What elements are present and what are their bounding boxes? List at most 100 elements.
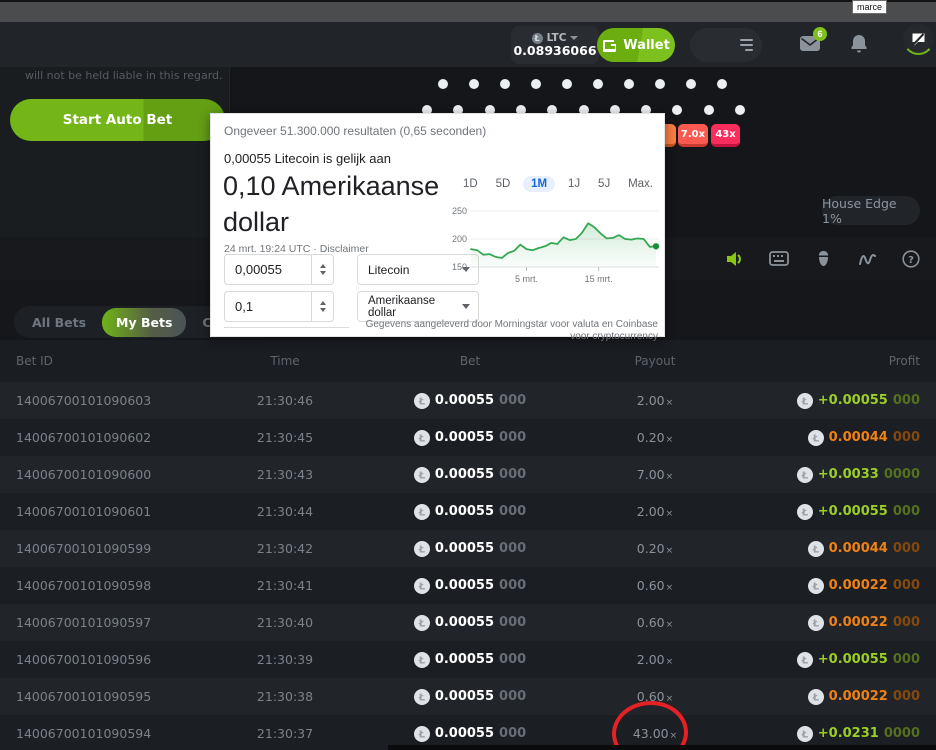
bet-amount: Ł0.00055000	[400, 430, 540, 446]
conversion-result: 0,10 Amerikaanse dollar	[223, 168, 473, 240]
bet-payout: 0.20×	[540, 541, 770, 556]
bets-table: Bet ID Time Bet Payout Profit 1400670010…	[0, 340, 936, 750]
fairness-icon[interactable]	[812, 248, 834, 270]
ltc-coin-icon: Ł	[532, 33, 543, 44]
bet-amount: Ł0.00055000	[400, 504, 540, 520]
bet-time: 21:30:37	[170, 726, 400, 741]
game-info-icon[interactable]: ?	[900, 248, 922, 270]
bet-profit: Ł+0.00055000	[770, 652, 920, 668]
balance-amount: 0.08936066	[513, 44, 596, 58]
bet-row[interactable]: 1400670010109059721:30:40Ł0.000550000.60…	[0, 604, 936, 641]
bet-row[interactable]: 1400670010109060221:30:45Ł0.000550000.20…	[0, 419, 936, 456]
svg-text:Ł: Ł	[418, 581, 426, 592]
bet-row[interactable]: 1400670010109059921:30:42Ł0.000550000.20…	[0, 530, 936, 567]
data-provider-note: Gegevens aangeleverd door Morningstar vo…	[358, 319, 658, 343]
range-tab-5d[interactable]: 5D	[491, 176, 516, 192]
bet-profit: Ł0.00044000	[770, 541, 920, 557]
svg-text:?: ?	[908, 255, 914, 266]
col-time: Time	[170, 354, 400, 368]
chat-toggle-button[interactable]	[903, 24, 934, 55]
bet-row[interactable]: 1400670010109060121:30:44Ł0.000550002.00…	[0, 493, 936, 530]
ltc-coin-icon: Ł	[808, 541, 824, 557]
ltc-coin-icon: Ł	[797, 504, 813, 520]
hotkeys-icon[interactable]	[768, 248, 790, 270]
bet-row[interactable]: 1400670010109059621:30:39Ł0.000550002.00…	[0, 641, 936, 678]
bell-icon	[850, 34, 868, 53]
bet-id: 14006700101090600	[16, 467, 170, 482]
sound-on-icon[interactable]	[724, 248, 746, 270]
amount-to-value: 0,1	[225, 299, 311, 314]
bet-payout: 0.20×	[540, 430, 770, 445]
live-stats-icon[interactable]	[856, 248, 878, 270]
svg-text:250: 250	[452, 206, 467, 216]
range-tab-1d[interactable]: 1D	[458, 176, 483, 192]
bet-row[interactable]: 1400670010109059521:30:38Ł0.000550000.60…	[0, 678, 936, 715]
bet-row[interactable]: 1400670010109060021:30:43Ł0.000550007.00…	[0, 456, 936, 493]
bet-amount: Ł0.00055000	[400, 652, 540, 668]
bet-time: 21:30:42	[170, 541, 400, 556]
bet-amount: Ł0.00055000	[400, 467, 540, 483]
ltc-coin-icon: Ł	[797, 467, 813, 483]
bet-amount: Ł0.00055000	[400, 689, 540, 705]
bet-profit: Ł0.00044000	[770, 430, 920, 446]
ltc-coin-icon: Ł	[797, 652, 813, 668]
bet-row[interactable]: 1400670010109060321:30:46Ł0.000550002.00…	[0, 382, 936, 419]
svg-text:Ł: Ł	[801, 729, 809, 740]
amount-from-value: 0,00055	[225, 262, 311, 277]
currency-label: LTC	[547, 33, 567, 44]
tab-my-bets[interactable]: My Bets	[102, 308, 186, 337]
user-menu[interactable]	[690, 28, 762, 62]
svg-text:Ł: Ł	[801, 507, 809, 518]
bet-id: 14006700101090597	[16, 615, 170, 630]
ltc-coin-icon: Ł	[414, 504, 430, 520]
bet-payout: 0.60×	[540, 578, 770, 593]
range-tab-1m[interactable]: 1M	[523, 176, 555, 192]
wallet-icon	[602, 39, 617, 52]
bet-id: 14006700101090594	[16, 726, 170, 741]
chevron-down-icon	[570, 36, 578, 40]
amount-to-input[interactable]: 0,1	[224, 291, 334, 322]
bet-profit: Ł+0.00330000	[770, 467, 920, 483]
menu-icon	[740, 39, 753, 51]
bet-time: 21:30:41	[170, 578, 400, 593]
range-tab-5j[interactable]: 5J	[593, 176, 615, 192]
bet-id: 14006700101090603	[16, 393, 170, 408]
ltc-coin-icon: Ł	[808, 430, 824, 446]
range-tab-max[interactable]: Max.	[623, 176, 658, 192]
bet-row[interactable]: 1400670010109059821:30:41Ł0.000550000.60…	[0, 567, 936, 604]
ltc-coin-icon: Ł	[414, 615, 430, 631]
bet-time: 21:30:40	[170, 615, 400, 630]
svg-text:15 mrt.: 15 mrt.	[585, 274, 613, 284]
site-header: Ł LTC 0.08936066 Wallet 6	[0, 22, 936, 67]
bet-id: 14006700101090602	[16, 430, 170, 445]
svg-text:Ł: Ł	[418, 729, 426, 740]
messages-button[interactable]: 6	[799, 34, 821, 52]
stepper-icon[interactable]	[311, 255, 333, 284]
ltc-coin-icon: Ł	[414, 467, 430, 483]
chevron-down-icon	[462, 304, 470, 309]
ltc-coin-icon: Ł	[414, 726, 430, 742]
bet-amount: Ł0.00055000	[400, 393, 540, 409]
currency-selector[interactable]: Ł LTC 0.08936066	[511, 26, 599, 64]
table-header: Bet ID Time Bet Payout Profit	[0, 340, 936, 382]
svg-text:Ł: Ł	[811, 618, 819, 629]
range-tabs: 1D 5D 1M 1J 5J Max.	[458, 176, 658, 192]
table-body: 1400670010109060321:30:46Ł0.000550002.00…	[0, 382, 936, 750]
tab-all-bets[interactable]: All Bets	[18, 308, 100, 337]
browser-tooltip: marce	[852, 0, 887, 14]
amount-from-input[interactable]: 0,00055	[224, 254, 334, 285]
svg-text:Ł: Ł	[418, 470, 426, 481]
bet-payout: 2.00×	[540, 652, 770, 667]
ltc-coin-icon: Ł	[808, 578, 824, 594]
svg-text:Ł: Ł	[811, 544, 819, 555]
notifications-button[interactable]	[850, 34, 868, 53]
wallet-button[interactable]: Wallet	[597, 28, 675, 62]
svg-text:Ł: Ł	[418, 396, 426, 407]
bet-id: 14006700101090595	[16, 689, 170, 704]
ltc-coin-icon: Ł	[808, 615, 824, 631]
stepper-icon[interactable]	[311, 292, 333, 321]
range-tab-1j[interactable]: 1J	[563, 176, 585, 192]
bet-profit: Ł+0.00055000	[770, 393, 920, 409]
bet-id: 14006700101090599	[16, 541, 170, 556]
bet-time: 21:30:46	[170, 393, 400, 408]
